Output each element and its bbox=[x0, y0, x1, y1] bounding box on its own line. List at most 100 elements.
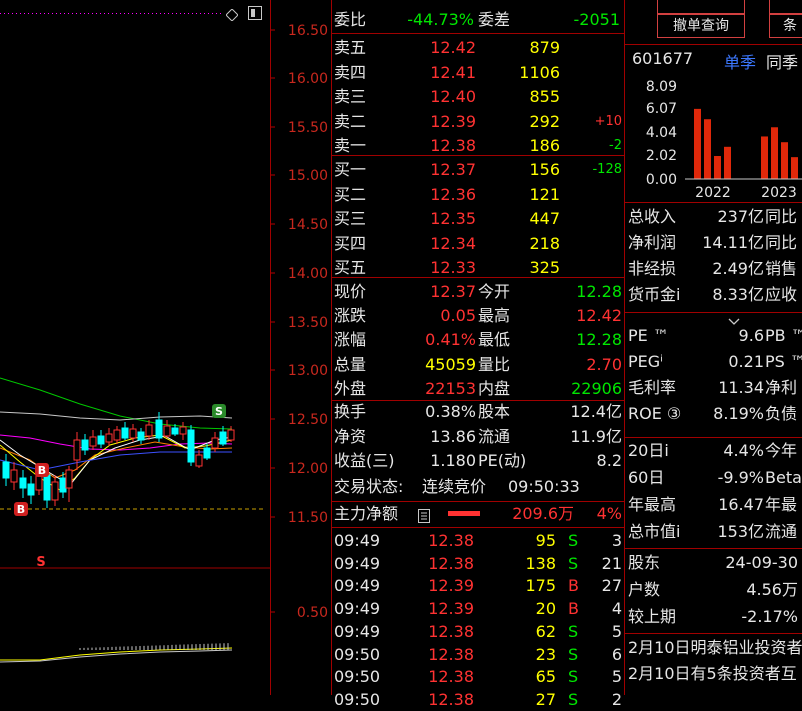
order-volume: 121 bbox=[529, 184, 560, 204]
tick-count: 5 bbox=[611, 621, 622, 641]
order-label: 卖五 bbox=[334, 38, 367, 57]
signal-b-text: B bbox=[38, 464, 46, 477]
tick-time: 09:50 bbox=[334, 644, 381, 664]
fin-bar[interactable] bbox=[781, 142, 788, 179]
order-label: 买五 bbox=[334, 258, 367, 277]
tick-time: 09:49 bbox=[334, 553, 381, 573]
order-change: -2 bbox=[609, 138, 622, 153]
order-row[interactable]: 买三 12.35 447 bbox=[332, 207, 624, 230]
order-row[interactable]: 卖四 12.41 1106 bbox=[332, 61, 624, 84]
price-tick: 13.50 bbox=[288, 315, 328, 331]
order-price: 12.34 bbox=[430, 233, 476, 253]
main-flow-row[interactable]: 主力净额 209.6万 4% bbox=[332, 502, 624, 525]
tick-side: S bbox=[568, 531, 579, 550]
stat-value: 0.41% bbox=[425, 330, 476, 350]
tick-side: S bbox=[568, 667, 579, 687]
price-axis: 16.50 16.00 15.50 15.00 14.50 14.00 13.50 13.00… bbox=[270, 0, 332, 695]
tick-time: 09:49 bbox=[334, 531, 381, 550]
stat-row: 涨跌 0.05 最高 12.42 bbox=[332, 304, 624, 327]
candle bbox=[113, 429, 121, 441]
order-volume: 855 bbox=[529, 87, 560, 106]
buy-button[interactable] bbox=[657, 0, 745, 14]
tick-price: 12.38 bbox=[428, 667, 474, 687]
fin-bar[interactable] bbox=[791, 157, 798, 179]
trade-status: 连续竞价 bbox=[422, 477, 487, 496]
tick-row[interactable]: 09:49 12.39 20 B 4 bbox=[332, 597, 624, 620]
fin-bar[interactable] bbox=[714, 156, 721, 179]
fin-bar[interactable] bbox=[694, 108, 701, 179]
signal-s-bottom: S bbox=[36, 555, 45, 570]
tick-price: 12.39 bbox=[428, 599, 474, 619]
tab-same-quarter[interactable]: 同季 bbox=[766, 49, 798, 73]
tick-price: 12.38 bbox=[428, 621, 474, 641]
perf-row-label: 年最高 bbox=[628, 495, 677, 514]
candle bbox=[10, 469, 18, 483]
tick-price: 12.38 bbox=[428, 644, 474, 664]
order-volume: 186 bbox=[529, 136, 560, 155]
stat-label: 外盘 bbox=[334, 378, 367, 398]
fin-bar[interactable] bbox=[761, 136, 768, 179]
news-item[interactable]: 2月10日有5条投资者互 bbox=[628, 661, 802, 687]
order-row[interactable]: 买二 12.36 121 bbox=[332, 183, 624, 206]
kline-chart[interactable]: S B B S bbox=[0, 0, 270, 695]
tick-count: 6 bbox=[611, 644, 622, 664]
order-row[interactable]: 买一 12.37 156 -128 bbox=[332, 158, 624, 181]
ma30-line bbox=[0, 411, 233, 421]
perf-row-value: -9.9% bbox=[717, 468, 764, 487]
candle bbox=[195, 454, 203, 467]
order-row[interactable]: 买五 12.33 325 bbox=[332, 256, 624, 279]
candle bbox=[129, 428, 137, 439]
candle bbox=[121, 427, 129, 439]
tick-row[interactable]: 09:50 12.38 23 S 6 bbox=[332, 643, 624, 666]
tick-row[interactable]: 09:50 12.38 65 S 5 bbox=[332, 665, 624, 688]
order-row[interactable]: 买四 12.34 218 bbox=[332, 232, 624, 255]
sell-button[interactable] bbox=[769, 0, 802, 14]
perf-row: 60日 -9.9% Beta bbox=[628, 465, 802, 491]
cancel-query-button[interactable]: 撤单查询 bbox=[657, 14, 745, 38]
candle bbox=[2, 461, 10, 479]
stat2-label: 流通 bbox=[478, 426, 511, 446]
main-flow-bar bbox=[448, 511, 480, 516]
signal-b-text: B bbox=[17, 503, 25, 516]
valuation-row-label: 毛利率 bbox=[628, 378, 677, 397]
diamond-icon[interactable] bbox=[225, 6, 239, 22]
perf-row-extra: Beta bbox=[765, 468, 802, 487]
weicha-value: -2051 bbox=[573, 10, 621, 29]
news-item[interactable]: 2月10日明泰铝业投资者 bbox=[628, 635, 802, 661]
perf-row-value: 16.47 bbox=[718, 495, 764, 514]
tick-row[interactable]: 09:50 12.38 27 S 2 bbox=[332, 688, 624, 711]
fin-bar[interactable] bbox=[724, 146, 731, 179]
tick-row[interactable]: 09:49 12.39 175 B 27 bbox=[332, 574, 624, 597]
tick-row[interactable]: 09:49 12.38 138 S 21 bbox=[332, 552, 624, 575]
order-label: 卖二 bbox=[334, 111, 367, 131]
stat2-value: 12.4亿 bbox=[570, 402, 622, 421]
expand-icon[interactable] bbox=[248, 5, 262, 20]
stat-row: 外盘 22153 内盘 22906 bbox=[332, 377, 624, 400]
webi-value: -44.73% bbox=[407, 10, 474, 29]
fin-bar[interactable] bbox=[704, 119, 711, 179]
order-row[interactable]: 卖一 12.38 186 -2 bbox=[332, 134, 624, 157]
signal-s-text: S bbox=[215, 405, 223, 418]
fin-bar[interactable] bbox=[771, 127, 778, 179]
stat2-row: 净资 13.86 流通 11.9亿 bbox=[332, 425, 624, 448]
fin-year: 2022 bbox=[695, 185, 731, 201]
order-row[interactable]: 卖三 12.40 855 bbox=[332, 85, 624, 108]
valuation-row-label: PE ™ bbox=[628, 326, 669, 345]
tick-row[interactable]: 09:49 12.38 62 S 5 bbox=[332, 620, 624, 643]
order-volume: 156 bbox=[529, 160, 560, 179]
condition-button[interactable]: 条 bbox=[769, 14, 802, 38]
ma60-line bbox=[0, 377, 233, 430]
tick-price: 12.38 bbox=[428, 531, 474, 550]
kline-svg: S B B S bbox=[0, 13, 270, 663]
holder-row: 户数 4.56万 bbox=[628, 577, 802, 603]
tab-single-quarter[interactable]: 单季 bbox=[724, 49, 756, 73]
order-row[interactable]: 卖二 12.39 292 +10 bbox=[332, 110, 624, 133]
tick-volume: 95 bbox=[535, 531, 556, 550]
list-icon[interactable] bbox=[418, 506, 430, 523]
stat2-label: 收益(三) bbox=[334, 451, 395, 470]
valuation-row: PEGⁱ 0.21 PS ™ bbox=[628, 349, 802, 375]
tick-price: 12.39 bbox=[428, 576, 474, 596]
order-row[interactable]: 卖五 12.42 879 bbox=[332, 36, 624, 59]
tick-count: 2 bbox=[611, 689, 622, 709]
tick-row[interactable]: 09:49 12.38 95 S 3 bbox=[332, 529, 624, 552]
